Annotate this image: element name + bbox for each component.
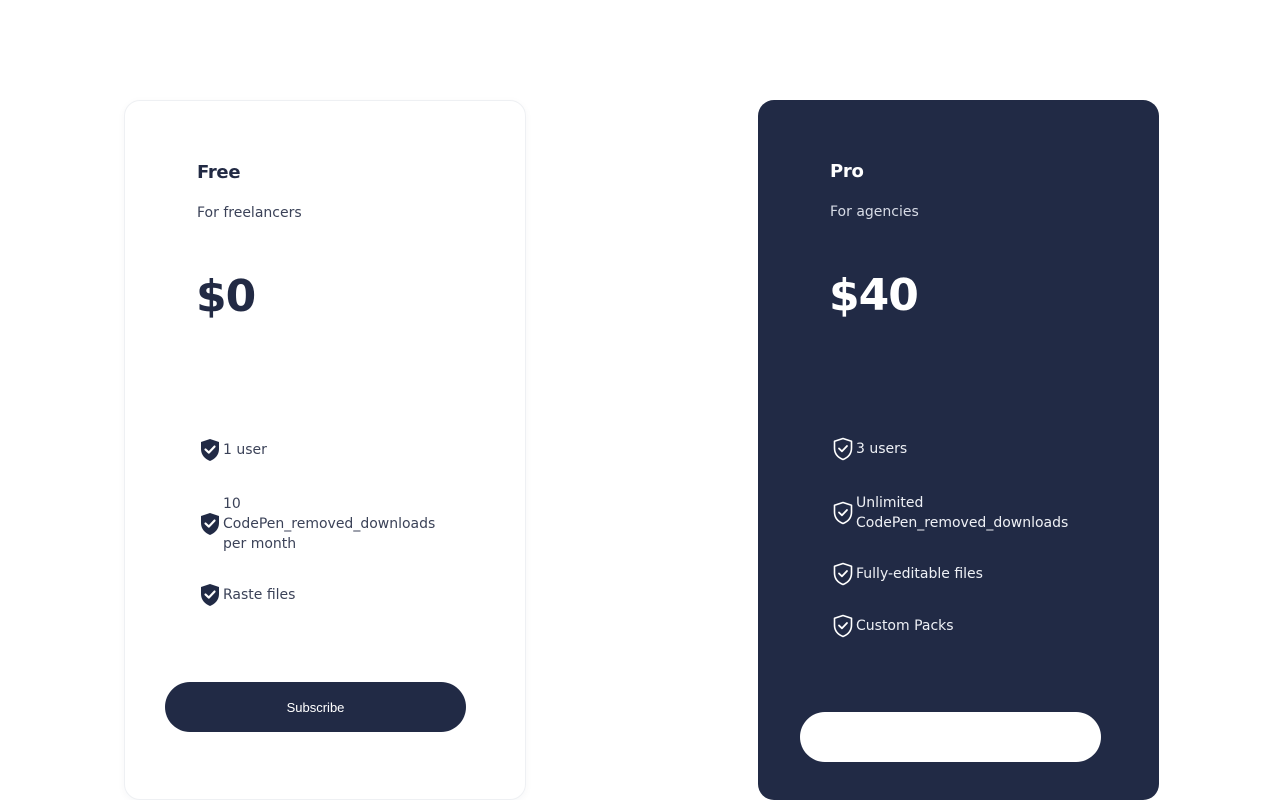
feature-label: 3 users <box>856 441 908 457</box>
subscribe-button[interactable]: Subscribe <box>165 682 466 732</box>
shield-check-outline-icon <box>832 437 853 461</box>
subscribe-button-pro[interactable] <box>800 712 1101 762</box>
plan-name: Pro <box>830 161 864 182</box>
feature-label: 1 user <box>223 442 267 458</box>
feature-item: 3 users <box>832 437 907 461</box>
shield-check-outline-icon <box>832 562 853 586</box>
feature-item: Unlimited CodePen_removed_downloads <box>832 493 1116 533</box>
plan-name: Free <box>197 162 241 183</box>
feature-label: Raste files <box>223 587 296 603</box>
pricing-card-pro: Pro For agencies $40 3 users Unlimited C… <box>758 100 1159 800</box>
plan-subtitle: For freelancers <box>197 205 302 221</box>
feature-item: Raste files <box>199 583 295 607</box>
shield-check-icon <box>199 512 220 536</box>
feature-label: Unlimited CodePen_removed_downloads <box>856 495 1069 531</box>
feature-label: 10 CodePen_removed_downloads per month <box>223 496 436 552</box>
feature-label: Fully-editable files <box>856 566 983 582</box>
shield-check-outline-icon <box>832 614 853 638</box>
feature-label: Custom Packs <box>856 618 954 634</box>
plan-price: $0 <box>196 271 256 322</box>
feature-item: Fully-editable files <box>832 562 983 586</box>
plan-price: $40 <box>829 270 919 321</box>
feature-item: 1 user <box>199 438 267 462</box>
feature-item: 10 CodePen_removed_downloads per month <box>199 494 449 554</box>
shield-check-icon <box>199 583 220 607</box>
shield-check-icon <box>199 438 220 462</box>
shield-check-outline-icon <box>832 501 853 525</box>
feature-item: Custom Packs <box>832 614 954 638</box>
pricing-card-free: Free For freelancers $0 1 user 10 CodePe… <box>124 100 526 800</box>
plan-subtitle: For agencies <box>830 204 919 220</box>
